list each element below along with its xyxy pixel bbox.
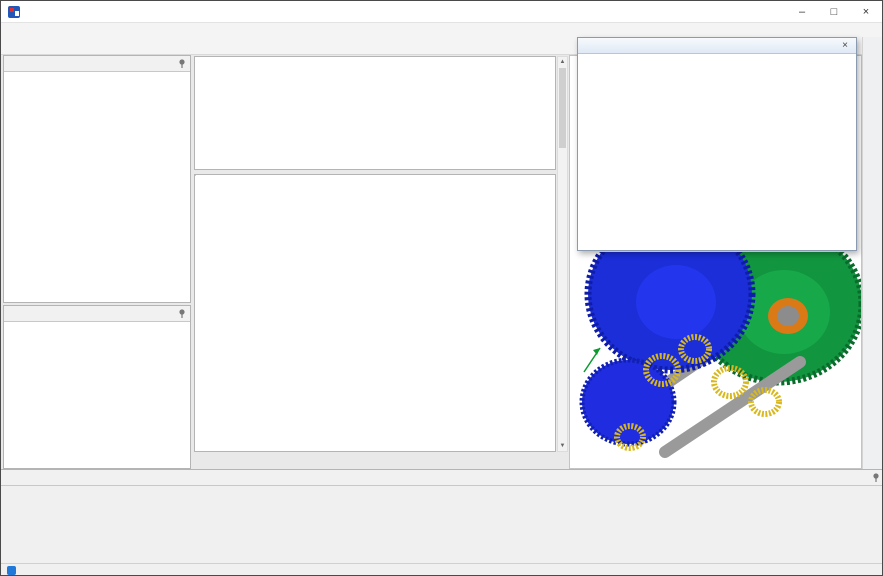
tab-bar [193, 452, 569, 469]
gear-blue-small [579, 357, 677, 447]
minimize-button[interactable]: – [786, 1, 818, 22]
close-button[interactable]: × [850, 1, 882, 22]
window-controls: – □ × [786, 1, 882, 22]
system-panel-header [4, 56, 190, 72]
center-panel: ▲ ▼ [193, 55, 569, 469]
pin-icon[interactable] [872, 472, 880, 483]
modifications-table [195, 175, 196, 176]
system-panel [3, 55, 191, 303]
app-window: – □ × ▲ ▼ × [0, 0, 883, 576]
system-tree [4, 72, 190, 73]
modifications-panel [194, 174, 556, 452]
pin-icon[interactable] [178, 308, 186, 319]
scroll-up-icon[interactable]: ▲ [558, 57, 567, 67]
overview-table [194, 56, 556, 170]
results-panel-header [1, 470, 882, 486]
status-bar [1, 563, 882, 575]
chart-window: × [577, 37, 857, 251]
scrollbar-thumb[interactable] [559, 68, 566, 148]
app-icon [7, 5, 21, 19]
chart-window-titlebar[interactable]: × [578, 38, 856, 54]
messages-panel-header [4, 306, 190, 322]
pin-icon[interactable] [178, 58, 186, 69]
chart-close-button[interactable]: × [838, 40, 852, 51]
maximize-button[interactable]: □ [818, 1, 850, 22]
menubar [1, 23, 882, 37]
titlebar[interactable]: – □ × [1, 1, 882, 23]
view-toolbar [862, 37, 882, 469]
results-grid [1, 486, 882, 491]
results-panel [1, 469, 882, 563]
vertical-scrollbar[interactable]: ▲ ▼ [557, 56, 568, 452]
scroll-down-icon[interactable]: ▼ [558, 441, 567, 451]
status-icon [7, 566, 16, 575]
messages-panel [3, 305, 191, 469]
3d-view [579, 252, 861, 458]
line-chart [581, 55, 853, 225]
